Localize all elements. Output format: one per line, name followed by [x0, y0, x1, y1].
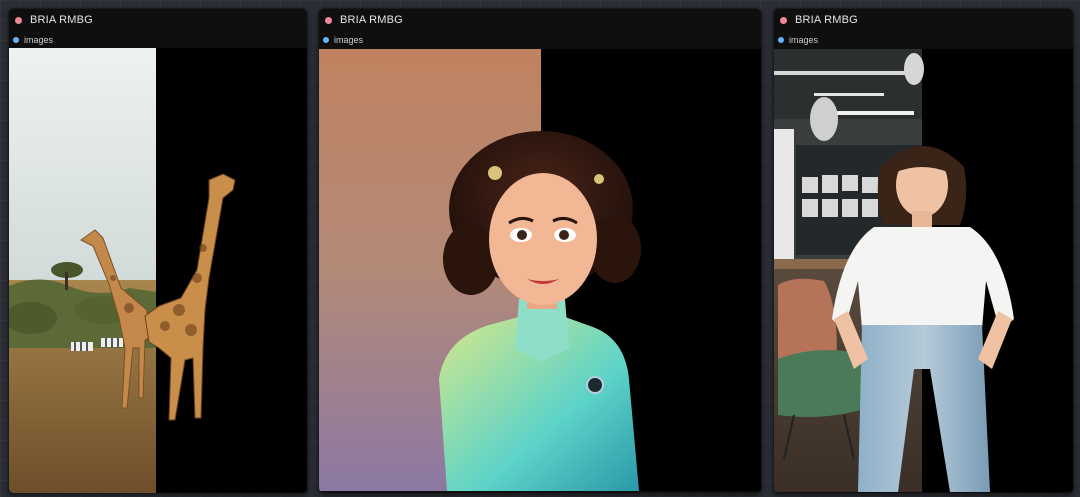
output-connector-dot[interactable]	[13, 36, 19, 43]
node-title: BRIA RMBG	[30, 14, 93, 26]
status-dot	[780, 16, 787, 24]
node-title: BRIA RMBG	[795, 14, 858, 26]
output-slot-images[interactable]: images	[9, 31, 307, 48]
output-label: images	[334, 34, 364, 45]
bria-rmbg-node-2[interactable]: BRIA RMBG images	[318, 8, 762, 494]
image-preview	[9, 48, 307, 493]
node-title: BRIA RMBG	[340, 14, 403, 26]
image-preview	[774, 49, 1073, 492]
node-header[interactable]: BRIA RMBG	[774, 9, 1073, 31]
output-slot-images[interactable]: images	[774, 31, 1073, 48]
status-dot	[15, 16, 22, 24]
node-header[interactable]: BRIA RMBG	[9, 9, 307, 31]
status-dot	[325, 16, 332, 24]
output-connector-dot[interactable]	[323, 36, 329, 43]
output-slot-images[interactable]: images	[319, 31, 761, 48]
output-connector-dot[interactable]	[778, 36, 784, 43]
node-header[interactable]: BRIA RMBG	[319, 9, 761, 31]
output-label: images	[789, 34, 819, 45]
image-preview	[319, 49, 761, 491]
bria-rmbg-node-1[interactable]: BRIA RMBG images	[8, 8, 308, 494]
bria-rmbg-node-3[interactable]: BRIA RMBG images	[773, 8, 1074, 494]
output-label: images	[24, 34, 54, 45]
